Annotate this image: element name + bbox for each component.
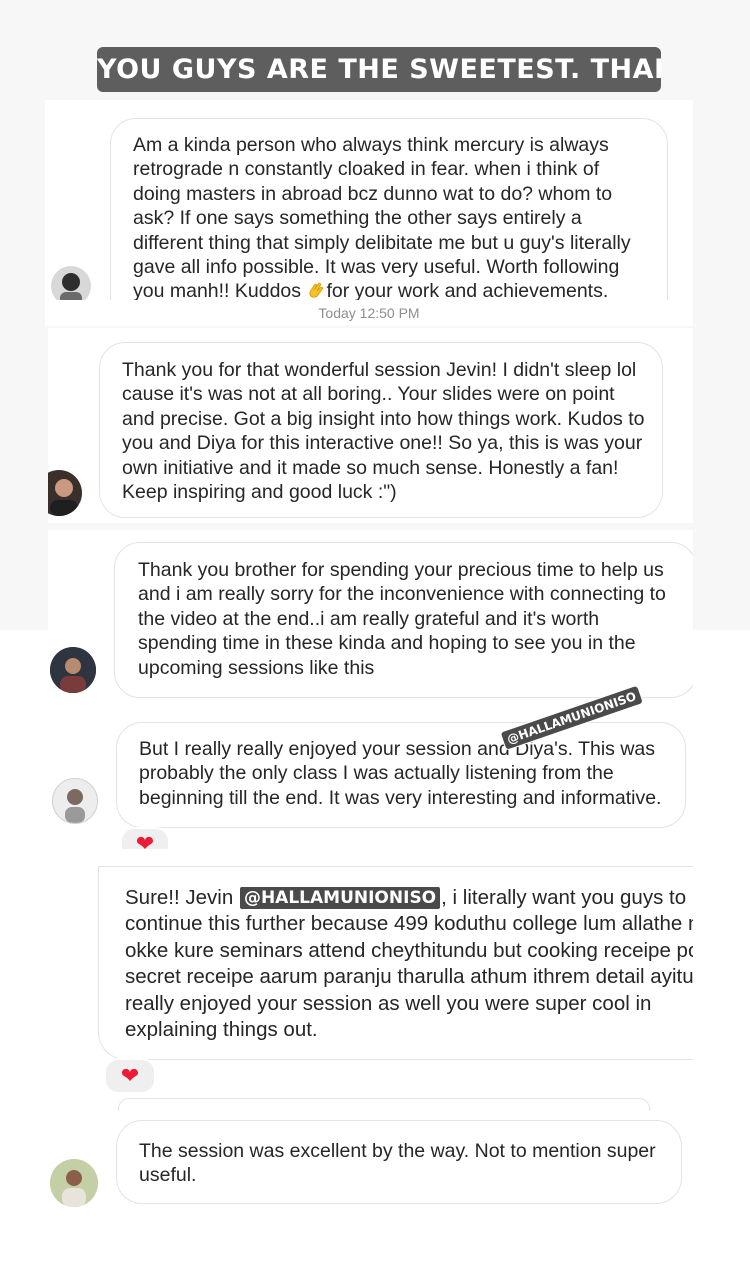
avatar [48, 470, 82, 516]
chat-screenshot-3: Thank you brother for spending your prec… [48, 530, 693, 702]
message-bubble-2: Thank you for that wonderful session Jev… [99, 342, 663, 518]
clapping-hands-icon [310, 282, 325, 299]
message-text: Am a kinda person who always think mercu… [133, 134, 631, 300]
message-text: But I really really enjoyed your session… [139, 738, 662, 809]
avatar [50, 647, 96, 693]
chat-screenshot-4: But I really really enjoyed your session… [48, 712, 693, 849]
mention-tag-sticker: @HALLAMUNIONISO [238, 886, 442, 910]
message-bubble-3: Thank you brother for spending your prec… [114, 542, 693, 698]
avatar [51, 266, 91, 300]
avatar [52, 778, 98, 824]
message-text: Thank you for that wonderful session Jev… [122, 359, 645, 504]
chat-screenshot-5: Sure!! Jevin @HALLAMUNIONISO, i literall… [98, 866, 693, 1111]
message-bubble-5: Sure!! Jevin @HALLAMUNIONISO, i literall… [98, 866, 693, 1060]
avatar [50, 1159, 98, 1207]
chat-screenshot-1-footer: Today 12:50 PM [45, 300, 693, 326]
chat-screenshot-1: Am a kinda person who always think mercu… [45, 100, 693, 300]
next-bubble-edge [118, 1098, 650, 1111]
message-text: Sure!! Jevin @HALLAMUNIONISO, i literall… [125, 886, 693, 1042]
message-text: Thank you brother for spending your prec… [138, 559, 666, 679]
heart-reaction[interactable]: ❤ [120, 827, 170, 849]
message-bubble-1: Am a kinda person who always think mercu… [110, 118, 668, 300]
story-caption-banner: YOU GUYS ARE THE SWEETEST. THANKS :'). [97, 47, 661, 92]
message-text: The session was excellent by the way. No… [139, 1140, 656, 1187]
message-timestamp: Today 12:50 PM [318, 305, 420, 321]
heart-reaction[interactable]: ❤ [104, 1058, 156, 1094]
message-bubble-4: But I really really enjoyed your session… [116, 722, 686, 828]
message-bubble-6: The session was excellent by the way. No… [116, 1120, 682, 1204]
chat-screenshot-6: The session was excellent by the way. No… [48, 1116, 693, 1216]
chat-screenshot-2: Thank you for that wonderful session Jev… [48, 328, 693, 523]
